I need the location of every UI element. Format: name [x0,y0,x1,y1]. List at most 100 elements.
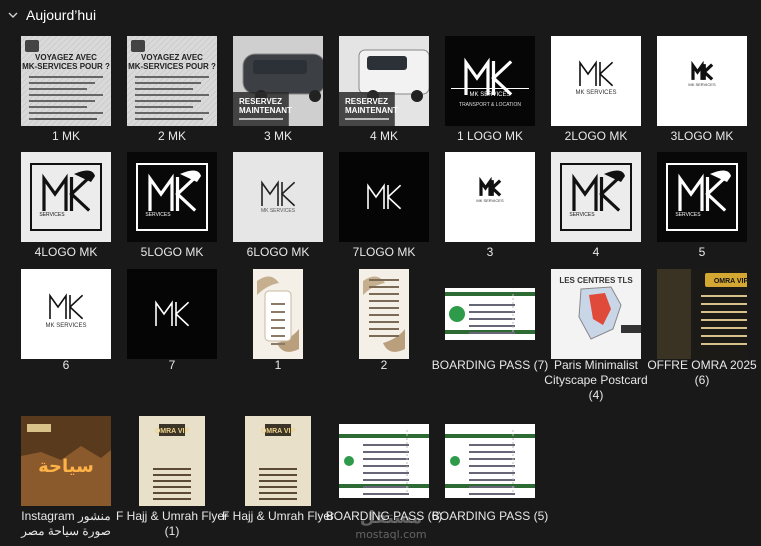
file-tile[interactable]: OMRA VIP F Hajj & Umrah Flyer (1) [116,416,228,538]
file-tile[interactable]: سياحة Instagram منشور صورة سياحة مصر [13,416,119,538]
file-tile[interactable]: MK SERVICES 3LOGO MK [649,36,755,156]
file-thumbnail[interactable] [127,269,217,359]
file-tile[interactable]: MK SERVICES 2LOGO MK [543,36,649,156]
file-thumbnail[interactable]: OMRA VIP [657,269,747,359]
file-tile[interactable]: LES CENTRES TLS Paris Minimalist Cityscap… [543,269,649,402]
svg-text:SERVICES: SERVICES [675,212,701,218]
group-title: Aujourd’hui [26,7,97,23]
file-name-label: 4 MK [369,129,398,143]
svg-text:MK-SERVICES POUR ?: MK-SERVICES POUR ? [128,62,216,71]
file-tile[interactable]: MK SERVICES TRANSPORT & LOCATION 1 LOGO MK [437,36,543,156]
file-thumbnail[interactable]: LES CENTRES TLS [551,269,641,359]
file-thumbnail[interactable]: MK SERVICES [445,152,535,242]
file-thumbnail[interactable]: MK SERVICES TRANSPORT & LOCATION [445,36,535,126]
svg-text:SERVICES: SERVICES [39,212,65,218]
file-tile[interactable]: MK SERVICES 3 [437,152,543,272]
watermark-line-2: mostaql.com [355,528,427,541]
file-tile[interactable]: 7 [119,269,225,389]
file-tile[interactable]: OMRA VIP OFFRE OMRA 2025 (6) [647,269,757,389]
file-name-label: 2LOGO MK [564,129,628,143]
watermark-line-1: مستقل [359,508,423,528]
svg-text:OMRA VIP: OMRA VIP [261,428,296,435]
file-thumbnail[interactable]: SERVICES [21,152,111,242]
svg-text:VOYAGEZ AVEC: VOYAGEZ AVEC [35,53,97,62]
svg-text:SERVICES: SERVICES [569,212,595,218]
file-name-label: 7 [168,358,176,372]
svg-text:TRANSPORT & LOCATION: TRANSPORT & LOCATION [459,102,521,108]
file-tile[interactable]: MK SERVICES 6LOGO MK [225,152,331,272]
file-tile[interactable]: 7LOGO MK [331,152,437,272]
file-tile[interactable]: RESERVEZ MAINTENANT 3 MK [225,36,331,156]
file-thumbnail[interactable]: OMRA VIP [139,416,205,506]
file-name-label: 2 MK [157,129,186,143]
watermark: مستقل mostaql.com [336,508,446,546]
svg-text:MK SERVICES: MK SERVICES [576,90,617,96]
svg-text:MK SERVICES: MK SERVICES [261,208,296,214]
file-tile[interactable]: VOYAGEZ AVEC MK-SERVICES POUR ? 1 MK [13,36,119,156]
file-name-label: 6LOGO MK [246,245,310,259]
file-name-label: 2 [380,358,388,372]
svg-text:OMRA VIP: OMRA VIP [155,428,190,435]
file-name-label: OFFRE OMRA 2025 (6) [647,358,757,387]
svg-text:MAINTENANT: MAINTENANT [239,106,292,115]
file-thumbnail[interactable]: MK SERVICES [233,152,323,242]
file-thumbnail[interactable] [359,269,409,359]
file-thumbnail[interactable]: MK SERVICES [551,36,641,126]
svg-text:MAINTENANT: MAINTENANT [345,106,398,115]
file-tile[interactable]: VOYAGEZ AVEC MK-SERVICES POUR ? 2 MK [119,36,225,156]
file-name-label: F Hajj & Umrah Flyer [221,509,334,523]
file-thumbnail[interactable]: SERVICES [657,152,747,242]
file-thumbnail[interactable]: OMRA VIP [245,416,311,506]
svg-text:MK-SERVICES POUR ?: MK-SERVICES POUR ? [22,62,110,71]
file-thumbnail[interactable]: MK SERVICES [657,36,747,126]
file-thumbnail[interactable]: RESERVEZ MAINTENANT [339,36,429,126]
svg-text:RESERVEZ: RESERVEZ [239,97,282,106]
file-thumbnail[interactable]: SERVICES [551,152,641,242]
svg-text:SERVICES: SERVICES [145,212,171,218]
file-name-label: 7LOGO MK [352,245,416,259]
svg-text:RESERVEZ: RESERVEZ [345,97,388,106]
group-header-today[interactable]: Aujourd’hui [6,2,755,28]
file-name-label: 1 LOGO MK [456,129,524,143]
file-tile[interactable]: SERVICES 5 [649,152,755,272]
file-tile[interactable]: 2 [331,269,437,389]
file-name-label: BOARDING PASS (7) [431,358,549,372]
file-thumbnail[interactable]: VOYAGEZ AVEC MK-SERVICES POUR ? [21,36,111,126]
file-tile[interactable]: BOARDING PASS (7) [432,269,548,389]
svg-text:MK SERVICES: MK SERVICES [470,92,511,98]
chevron-down-icon[interactable] [6,8,20,22]
file-tile[interactable]: 1 [225,269,331,389]
file-name-label: 3LOGO MK [670,129,734,143]
file-thumbnail[interactable] [445,288,535,340]
svg-text:VOYAGEZ AVEC: VOYAGEZ AVEC [141,53,203,62]
file-name-label: Paris Minimalist Cityscape Postcard (4) [544,358,648,402]
svg-text:LES CENTRES TLS: LES CENTRES TLS [559,276,633,285]
file-thumbnail[interactable] [253,269,303,359]
svg-text:سياحة: سياحة [38,456,94,477]
file-name-label: 5 [698,245,706,259]
file-name-label: 6 [62,358,70,372]
file-tile[interactable]: SERVICES 4 [543,152,649,272]
file-name-label: 3 MK [263,129,292,143]
file-name-label: 1 [274,358,282,372]
file-thumbnail[interactable]: MK SERVICES [21,269,111,359]
file-thumbnail[interactable] [339,152,429,242]
file-thumbnail[interactable] [339,424,429,498]
file-name-label: 1 MK [51,129,80,143]
file-thumbnail[interactable] [445,424,535,498]
file-tile[interactable]: RESERVEZ MAINTENANT 4 MK [331,36,437,156]
file-name-label: 4LOGO MK [34,245,98,259]
file-name-label: BOARDING PASS (5) [431,509,549,523]
file-thumbnail[interactable]: RESERVEZ MAINTENANT [233,36,323,126]
file-thumbnail[interactable]: SERVICES [127,152,217,242]
file-tile[interactable]: MK SERVICES 6 [13,269,119,389]
file-thumbnail[interactable]: VOYAGEZ AVEC MK-SERVICES POUR ? [127,36,217,126]
file-name-label: F Hajj & Umrah Flyer (1) [115,509,228,538]
file-thumbnail[interactable]: سياحة [21,416,111,506]
file-name-label: 5LOGO MK [140,245,204,259]
svg-text:OMRA VIP: OMRA VIP [714,278,747,285]
file-tile[interactable]: SERVICES 4LOGO MK [13,152,119,272]
file-tile[interactable]: SERVICES 5LOGO MK [119,152,225,272]
file-tile[interactable]: OMRA VIP F Hajj & Umrah Flyer [222,416,334,536]
file-tile[interactable]: BOARDING PASS (5) [432,416,548,536]
